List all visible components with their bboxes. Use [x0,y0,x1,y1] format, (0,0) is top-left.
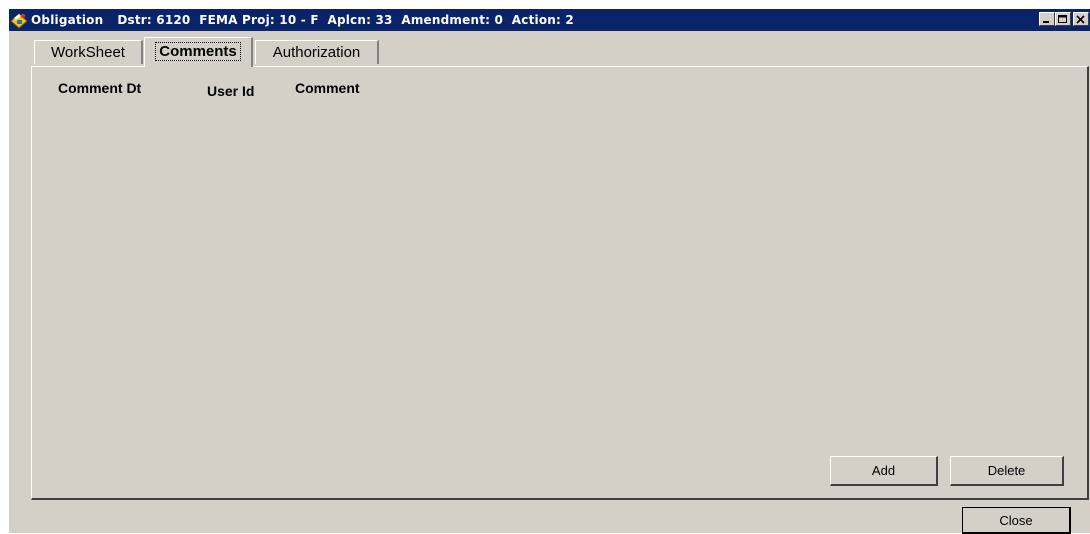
delete-button[interactable]: Delete [950,456,1064,486]
window-title-context: Dstr: 6120 FEMA Proj: 10 - F Aplcn: 33 A… [117,13,574,27]
tab-comments[interactable]: Comments [144,37,253,67]
close-window-button[interactable] [1073,12,1089,26]
close-icon [1076,15,1085,24]
tab-authorization[interactable]: Authorization [255,40,379,64]
column-header-user-id[interactable]: User Id [207,83,254,99]
column-header-comment[interactable]: Comment [295,80,360,96]
window-controls [1039,12,1089,26]
maximize-icon [1058,15,1067,23]
close-button[interactable]: Close [962,507,1071,534]
window-title-name: Obligation [31,13,104,27]
minimize-button[interactable] [1039,12,1055,26]
tab-worksheet-label: WorkSheet [51,44,125,61]
maximize-button[interactable] [1055,12,1071,26]
add-button[interactable]: Add [830,456,938,486]
minimize-icon [1043,21,1049,23]
obligation-app-icon[interactable] [10,11,28,29]
obligation-window: Obligation Dstr: 6120 FEMA Proj: 10 - F … [8,8,1090,534]
tab-worksheet[interactable]: WorkSheet [34,40,143,64]
tab-authorization-label: Authorization [272,44,361,61]
comments-panel: Comment Dt User Id Comment Add Delete [31,66,1089,500]
tab-comments-label: Comments [155,42,241,61]
title-bar[interactable]: Obligation Dstr: 6120 FEMA Proj: 10 - F … [9,9,1090,31]
column-header-comment-dt[interactable]: Comment Dt [58,80,141,96]
